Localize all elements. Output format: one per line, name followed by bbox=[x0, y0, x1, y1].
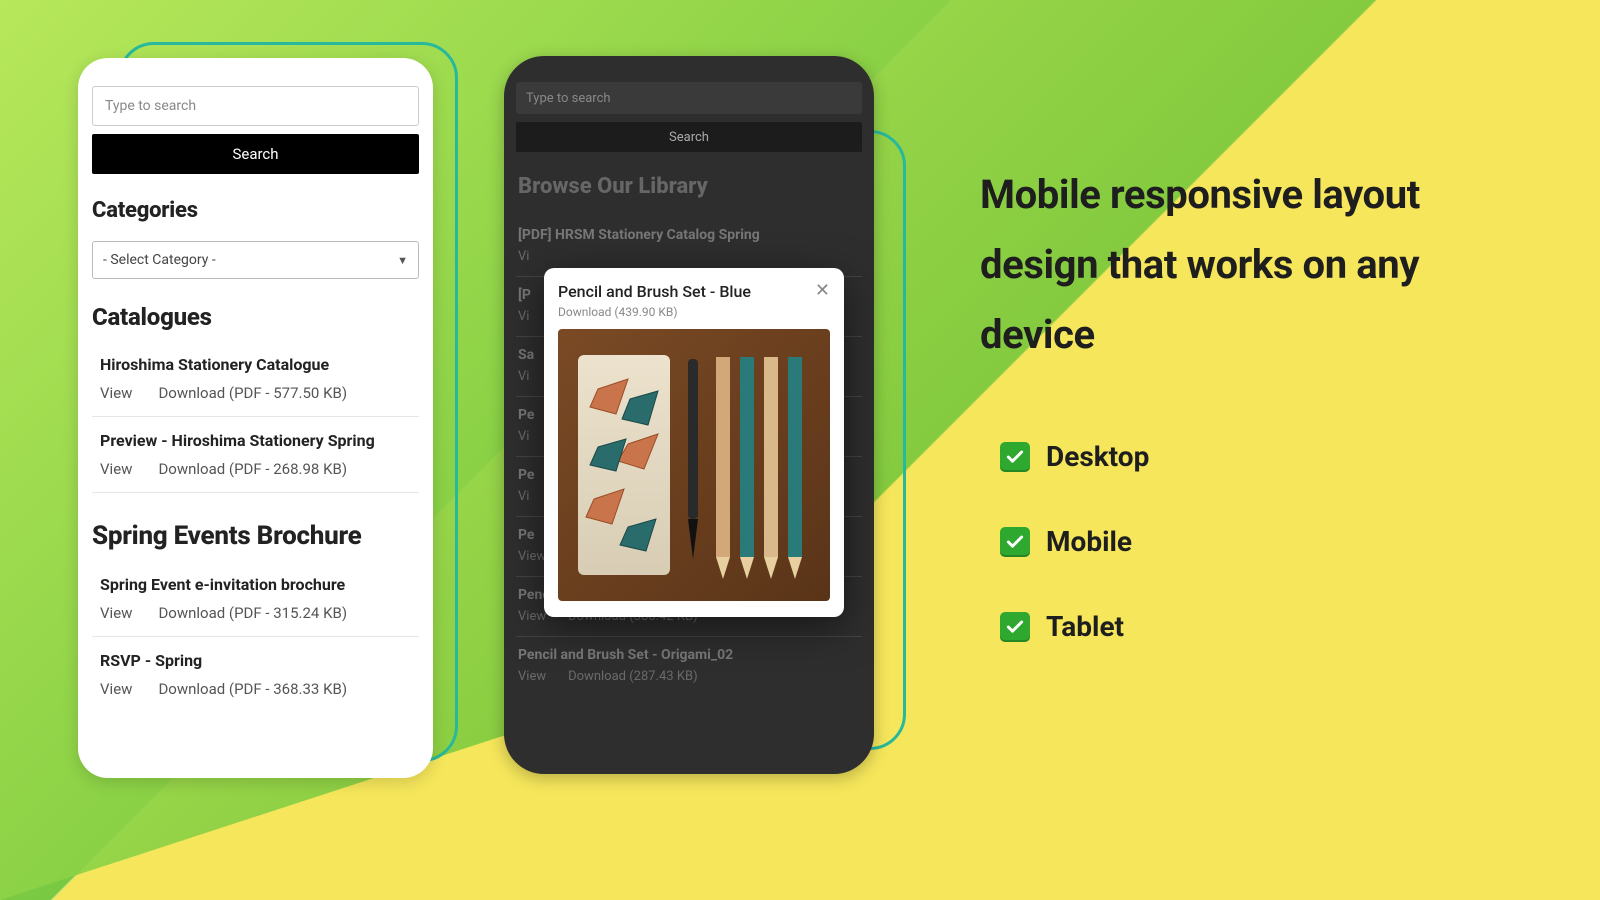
category-select-value: - Select Category - bbox=[103, 252, 216, 268]
view-link[interactable]: View bbox=[100, 460, 132, 478]
search-input[interactable]: Type to search bbox=[92, 86, 419, 126]
brochure-list: Spring Event e-invitation brochure View … bbox=[92, 561, 419, 712]
check-label: Mobile bbox=[1046, 525, 1132, 558]
phone-mockup-dark: Type to search Search Browse Our Library… bbox=[504, 56, 874, 774]
search-placeholder: Type to search bbox=[526, 91, 611, 106]
feature-checklist: Desktop Mobile Tablet bbox=[1000, 440, 1149, 695]
list-item: RSVP - Spring View Download (PDF - 368.3… bbox=[92, 637, 419, 712]
check-label: Desktop bbox=[1046, 440, 1149, 473]
categories-heading: Categories bbox=[92, 198, 419, 223]
download-link[interactable]: Download (PDF - 315.24 KB) bbox=[158, 604, 347, 622]
view-link[interactable]: View bbox=[518, 609, 546, 624]
download-link[interactable]: Download (PDF - 268.98 KB) bbox=[158, 460, 347, 478]
list-item: Preview - Hiroshima Stationery Spring Vi… bbox=[92, 417, 419, 493]
item-title: Hiroshima Stationery Catalogue bbox=[100, 355, 415, 374]
view-link[interactable]: View bbox=[518, 669, 546, 684]
item-title: RSVP - Spring bbox=[100, 651, 415, 670]
modal-title: Pencil and Brush Set - Blue bbox=[558, 282, 751, 301]
check-label: Tablet bbox=[1046, 610, 1124, 643]
view-link[interactable]: View bbox=[100, 680, 132, 698]
chevron-down-icon: ▼ bbox=[397, 254, 408, 267]
view-link[interactable]: Vi bbox=[518, 429, 529, 444]
library-heading: Browse Our Library bbox=[518, 174, 862, 199]
brochure-heading: Spring Events Brochure bbox=[92, 521, 419, 551]
check-item: Mobile bbox=[1000, 525, 1149, 558]
phone-mockup-light: Type to search Search Categories - Selec… bbox=[78, 58, 433, 778]
check-item: Desktop bbox=[1000, 440, 1149, 473]
list-item: Spring Event e-invitation brochure View … bbox=[92, 561, 419, 637]
search-input[interactable]: Type to search bbox=[516, 82, 862, 114]
category-select[interactable]: - Select Category - ▼ bbox=[92, 241, 419, 279]
view-link[interactable]: View bbox=[100, 604, 132, 622]
view-link[interactable]: Vi bbox=[518, 309, 529, 324]
view-link[interactable]: Vi bbox=[518, 369, 529, 384]
checkmark-icon bbox=[1000, 527, 1030, 557]
view-link[interactable]: Vi bbox=[518, 249, 529, 264]
modal-image bbox=[558, 329, 830, 601]
item-title: Pencil and Brush Set - Origami_02 bbox=[518, 647, 860, 663]
search-button[interactable]: Search bbox=[92, 134, 419, 174]
download-link[interactable]: Download (PDF - 368.33 KB) bbox=[158, 680, 347, 698]
preview-modal: Pencil and Brush Set - Blue ✕ Download (… bbox=[544, 268, 844, 617]
view-link[interactable]: View bbox=[100, 384, 132, 402]
download-link[interactable]: Download (PDF - 577.50 KB) bbox=[158, 384, 347, 402]
item-title: Spring Event e-invitation brochure bbox=[100, 575, 415, 594]
view-link[interactable]: Vi bbox=[518, 489, 529, 504]
search-button[interactable]: Search bbox=[516, 122, 862, 152]
headline: Mobile responsive layout design that wor… bbox=[980, 160, 1520, 370]
list-item: Pencil and Brush Set - Origami_02 View D… bbox=[516, 636, 862, 696]
checkmark-icon bbox=[1000, 442, 1030, 472]
search-placeholder: Type to search bbox=[105, 98, 196, 114]
download-link[interactable]: Download (287.43 KB) bbox=[568, 669, 698, 684]
modal-download-link[interactable]: Download (439.90 KB) bbox=[558, 305, 830, 319]
item-title: Preview - Hiroshima Stationery Spring bbox=[100, 431, 415, 450]
view-link[interactable]: View bbox=[518, 549, 546, 564]
checkmark-icon bbox=[1000, 612, 1030, 642]
item-title: [PDF] HRSM Stationery Catalog Spring bbox=[518, 227, 860, 243]
catalogues-list: Hiroshima Stationery Catalogue View Down… bbox=[92, 341, 419, 493]
list-item: Hiroshima Stationery Catalogue View Down… bbox=[92, 341, 419, 417]
close-icon[interactable]: ✕ bbox=[815, 282, 830, 300]
catalogues-heading: Catalogues bbox=[92, 303, 419, 331]
check-item: Tablet bbox=[1000, 610, 1149, 643]
